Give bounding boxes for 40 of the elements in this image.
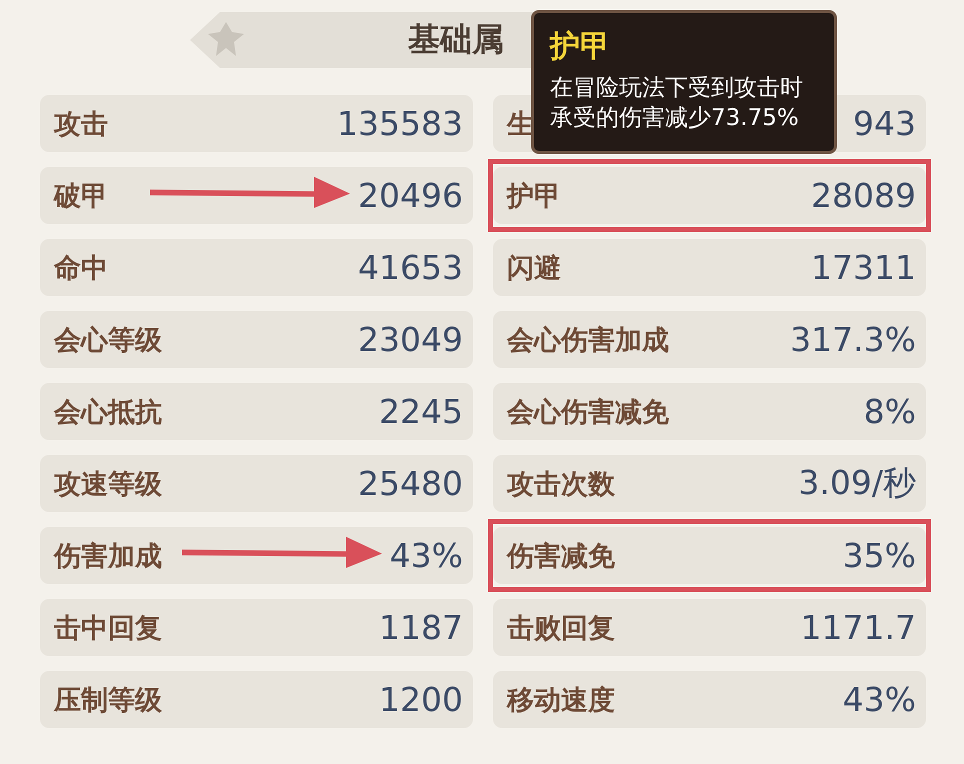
stat-value: 3.09/秒 [798, 462, 916, 504]
stat-value: 43% [390, 536, 463, 575]
stat-value: 17311 [811, 248, 916, 287]
tooltip-text: 在冒险玩法下受到攻击时 [550, 74, 803, 103]
tooltip-title: 护甲 [550, 28, 610, 66]
stat-value: 1187 [379, 608, 463, 647]
stat-label: 移动速度 [507, 684, 615, 718]
stat-label: 命中 [54, 252, 108, 286]
stat-label: 伤害减免 [507, 540, 615, 574]
stat-label: 会心等级 [54, 324, 162, 358]
stat-label: 会心伤害减免 [507, 396, 669, 430]
stat-value: 20496 [358, 176, 463, 215]
stat-label: 击败回复 [507, 612, 615, 646]
stat-value: 135583 [337, 104, 463, 143]
stat-label: 破甲 [54, 180, 108, 214]
stat-label: 闪避 [507, 252, 561, 286]
stat-value: 2245 [379, 392, 463, 431]
stat-value: 25480 [358, 464, 463, 503]
tooltip-text: 承受的伤害减少73.75% [550, 104, 799, 133]
stat-value: 943 [853, 104, 916, 143]
stat-value: 43% [842, 680, 916, 719]
stat-value: 1200 [379, 680, 463, 719]
stat-value: 317.3% [790, 320, 916, 359]
stat-value: 35% [842, 536, 916, 575]
stat-label: 攻击次数 [507, 468, 615, 502]
stat-label: 护甲 [507, 180, 561, 214]
stat-value: 1171.7 [800, 608, 916, 647]
stat-label: 生 [507, 108, 534, 142]
stat-label: 攻击 [54, 108, 108, 142]
stat-label: 会心抵抗 [54, 396, 162, 430]
stat-label: 击中回复 [54, 612, 162, 646]
stat-value: 41653 [358, 248, 463, 287]
stat-value: 28089 [811, 176, 916, 215]
stat-value: 23049 [358, 320, 463, 359]
stat-label: 会心伤害加成 [507, 324, 669, 358]
stat-value: 8% [864, 392, 916, 431]
stat-label: 压制等级 [54, 684, 162, 718]
stat-label: 攻速等级 [54, 468, 162, 502]
section-title: 基础属 [408, 19, 504, 60]
stat-label: 伤害加成 [54, 540, 162, 574]
